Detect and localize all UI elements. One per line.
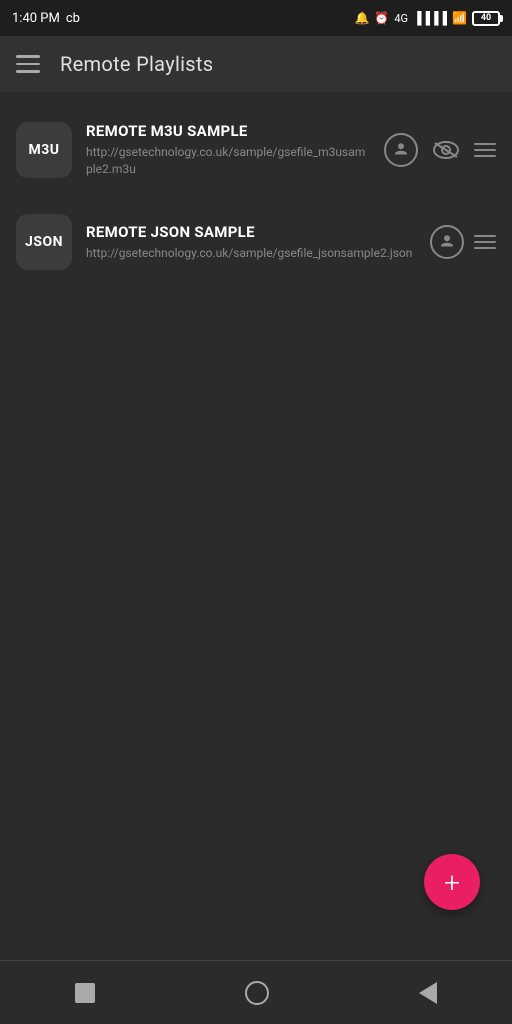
add-playlist-fab[interactable]: +: [424, 854, 480, 910]
status-bar: 1:40 PM cb 🔔 ⏰ 4G ▐▐▐▐ 📶 40: [0, 0, 512, 36]
signal-icon: ▐▐▐▐: [413, 11, 447, 25]
home-button[interactable]: [245, 981, 269, 1005]
home-icon: [245, 981, 269, 1005]
options-menu-button-m3u[interactable]: [474, 143, 496, 157]
person-svg-json: [438, 233, 456, 251]
options-menu-button-json[interactable]: [474, 235, 496, 249]
playlist-item-m3u: M3U REMOTE M3U SAMPLE http://gsetechnolo…: [0, 108, 512, 192]
hamburger-menu-button[interactable]: [16, 55, 40, 73]
user-icon-json[interactable]: [430, 225, 464, 259]
playlist-actions-m3u: [384, 132, 496, 168]
playlist-actions-json: [430, 225, 496, 259]
status-left: 1:40 PM cb: [12, 11, 80, 26]
alarm-icon: 🔔: [354, 11, 369, 25]
playlist-name-json: REMOTE JSON SAMPLE: [86, 223, 416, 241]
stop-button[interactable]: [75, 983, 95, 1003]
hamburger-line-2: [16, 63, 40, 66]
hamburger-line-3: [16, 70, 40, 73]
content-area: M3U REMOTE M3U SAMPLE http://gsetechnolo…: [0, 92, 512, 960]
page-title: Remote Playlists: [60, 52, 213, 76]
playlist-url-m3u: http://gsetechnology.co.uk/sample/gsefil…: [86, 144, 370, 178]
playlist-name-m3u: REMOTE M3U SAMPLE: [86, 122, 370, 140]
playlist-url-json: http://gsetechnology.co.uk/sample/gsefil…: [86, 245, 416, 262]
sim-icon: 4G: [394, 12, 408, 25]
person-svg-m3u: [392, 141, 410, 159]
user-icon-m3u[interactable]: [384, 133, 418, 167]
bottom-navigation: [0, 960, 512, 1024]
back-icon: [419, 982, 437, 1004]
stop-icon: [75, 983, 95, 1003]
battery-icon: 40: [472, 11, 500, 26]
status-right: 🔔 ⏰ 4G ▐▐▐▐ 📶 40: [354, 11, 500, 26]
back-button[interactable]: [419, 982, 437, 1004]
clock-icon: ⏰: [374, 11, 389, 25]
playlist-badge-json: JSON: [16, 214, 72, 270]
playlist-info-m3u: REMOTE M3U SAMPLE http://gsetechnology.c…: [86, 122, 370, 178]
playlist-badge-m3u: M3U: [16, 122, 72, 178]
toolbar: Remote Playlists: [0, 36, 512, 92]
playlist-info-json: REMOTE JSON SAMPLE http://gsetechnology.…: [86, 223, 416, 262]
eye-button-m3u[interactable]: [428, 132, 464, 168]
time-display: 1:40 PM: [12, 11, 60, 26]
carrier-display: cb: [66, 11, 80, 26]
wifi-icon: 📶: [452, 11, 467, 25]
hamburger-line-1: [16, 55, 40, 58]
playlist-item-json: JSON REMOTE JSON SAMPLE http://gsetechno…: [0, 200, 512, 284]
